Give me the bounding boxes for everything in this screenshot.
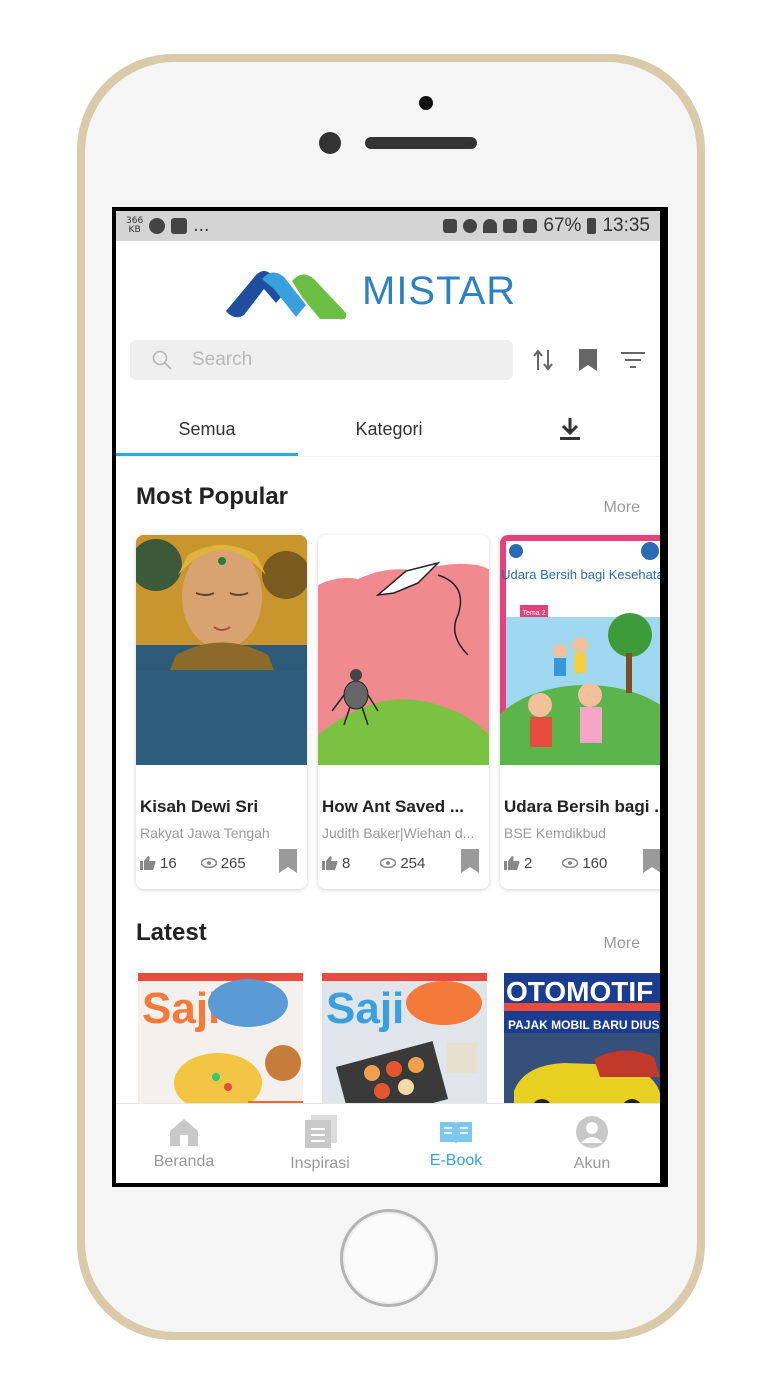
view-count: 160 [562, 855, 607, 872]
book-title: Udara Bersih bagi ... [504, 797, 660, 816]
book-icon [440, 1122, 472, 1144]
bottom-navigation: Beranda Inspirasi E-Book Akun [116, 1103, 660, 1183]
logo-text: MISTAR [362, 268, 517, 313]
home-icon [170, 1119, 198, 1146]
search-placeholder: Search [192, 349, 253, 370]
latest-cover[interactable]: OTOMOTIF PAJAK MOBIL BARU DIUSULKAN 0 PE… [504, 973, 660, 1123]
book-cover [318, 535, 489, 765]
tab-download[interactable] [480, 401, 660, 457]
bookmark-icon[interactable] [461, 849, 479, 873]
tab-kategori[interactable]: Kategori [298, 401, 480, 457]
most-popular-more-link[interactable]: More [604, 499, 640, 517]
nav-label: Akun [573, 1155, 611, 1172]
filter-icon [621, 352, 645, 368]
filter-button[interactable] [620, 347, 646, 373]
tab-bar: Semua Kategori [116, 401, 660, 457]
cover-tema: Tema 2 [523, 610, 546, 617]
cover-title: Udara Bersih bagi Kesehatan [501, 567, 660, 582]
alarm-icon [463, 219, 478, 233]
proximity-sensor [319, 132, 341, 154]
phone-screen: 366 KB ... 67% 13:35 MISTAR Search Semua… [112, 207, 668, 1187]
front-camera [419, 96, 433, 110]
cover-masthead: Saji [142, 984, 220, 1033]
bookmark-icon[interactable] [643, 849, 660, 873]
nfc-icon [503, 219, 518, 233]
sort-button[interactable] [530, 347, 556, 373]
book-author: Judith Baker|Wiehan d... [322, 825, 475, 841]
shop-notification-icon [171, 218, 188, 234]
book-author: Rakyat Jawa Tengah [140, 825, 270, 841]
thumbs-up-icon [140, 856, 156, 870]
home-button[interactable] [340, 1209, 438, 1307]
app-screen: 366 KB ... 67% 13:35 MISTAR Search Semua… [116, 211, 660, 1183]
like-count: 8 [322, 855, 350, 872]
book-title: How Ant Saved ... [322, 797, 465, 816]
app-logo: MISTAR [222, 259, 516, 323]
eye-icon [562, 858, 579, 868]
sort-icon [533, 349, 553, 371]
view-count-value: 160 [582, 854, 608, 872]
mute-icon [443, 219, 458, 233]
thumbs-up-icon [504, 856, 520, 870]
book-card[interactable]: Udara Bersih bagi Kesehatan Tema 2 Udara… [500, 535, 660, 889]
like-count-value: 16 [160, 854, 177, 872]
nav-inspirasi[interactable]: Inspirasi [252, 1104, 388, 1183]
view-count: 265 [200, 854, 246, 872]
app-notification-icon [149, 218, 166, 234]
mistar-logo-icon [226, 271, 347, 320]
book-stats: 2 160 [504, 851, 660, 875]
thumbs-up-icon [322, 856, 338, 870]
eye-icon [380, 858, 397, 868]
tab-divider [116, 456, 660, 457]
nav-beranda[interactable]: Beranda [116, 1104, 252, 1183]
signal-icon [523, 219, 538, 233]
account-icon [576, 1116, 608, 1148]
book-card[interactable]: How Ant Saved ... Judith Baker|Wiehan d.… [318, 535, 489, 889]
latest-title: Latest [136, 919, 207, 946]
nav-akun[interactable]: Akun [524, 1104, 660, 1183]
data-speed: 366 KB [126, 217, 143, 235]
bookmark-filter-button[interactable] [575, 347, 601, 373]
nav-label: E-Book [429, 1152, 483, 1169]
battery-icon [587, 218, 597, 234]
tab-semua[interactable]: Semua [116, 401, 298, 457]
battery-percent: 67% [543, 215, 582, 236]
latest-cover[interactable]: Saji [138, 973, 303, 1123]
book-cover [136, 535, 307, 765]
like-count: 2 [504, 855, 532, 872]
nav-label: Beranda [153, 1153, 215, 1170]
bookmark-icon[interactable] [279, 849, 297, 873]
search-input[interactable]: Search [130, 340, 513, 380]
active-tab-indicator [116, 453, 298, 456]
view-count-value: 265 [220, 854, 246, 872]
latest-cover[interactable]: Saji [322, 973, 487, 1123]
status-bar: 366 KB ... 67% 13:35 [116, 211, 660, 241]
cover-masthead: OTOMOTIF [506, 976, 653, 1007]
eye-icon [200, 858, 217, 868]
cover-headline: PAJAK MOBIL BARU DIUSULKAN 0 PERSEN [508, 1018, 660, 1032]
wifi-icon [483, 219, 498, 233]
most-popular-title: Most Popular [136, 483, 289, 510]
more-notifications: ... [193, 216, 210, 236]
data-speed-unit: KB [128, 225, 141, 235]
like-count: 16 [140, 855, 177, 872]
like-count-value: 8 [342, 854, 351, 872]
bookmark-icon [579, 349, 597, 371]
search-icon [152, 350, 172, 370]
nav-label: Inspirasi [290, 1155, 350, 1172]
list-icon [305, 1115, 337, 1148]
book-cover: Udara Bersih bagi Kesehatan Tema 2 [500, 535, 660, 765]
book-author: BSE Kemdikbud [504, 825, 606, 841]
book-title: Kisah Dewi Sri [140, 797, 259, 816]
earpiece-speaker [365, 137, 477, 149]
latest-more-link[interactable]: More [604, 935, 640, 953]
download-icon [560, 418, 580, 440]
cover-masthead: Saji [326, 984, 404, 1033]
like-count-value: 2 [524, 854, 533, 872]
clock: 13:35 [602, 215, 650, 236]
view-count-value: 254 [400, 854, 426, 872]
nav-ebook[interactable]: E-Book [388, 1104, 524, 1183]
view-count: 254 [380, 855, 425, 872]
book-card[interactable]: Kisah Dewi Sri Rakyat Jawa Tengah 16 265 [136, 535, 307, 889]
